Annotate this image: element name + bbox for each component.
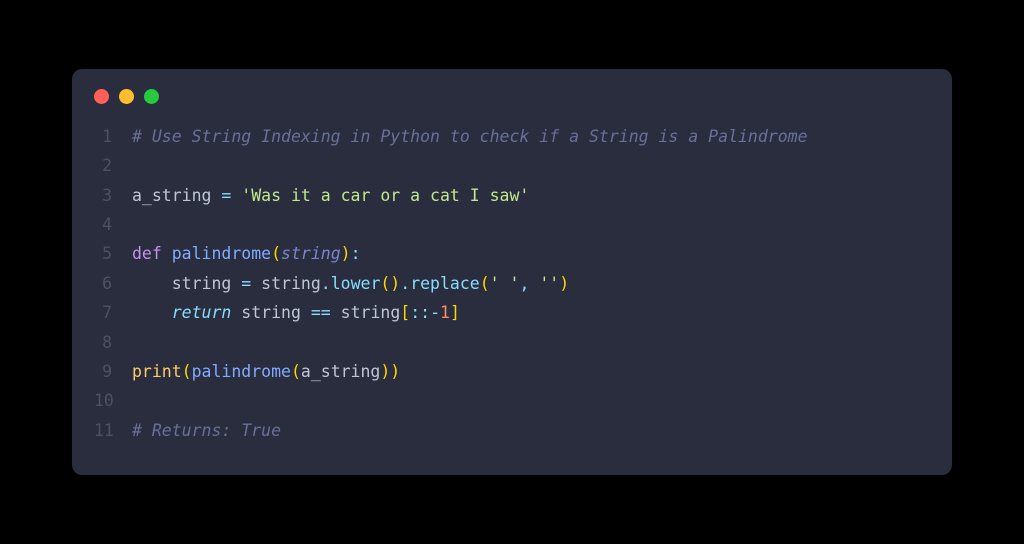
code-line: 5def palindrome(string): bbox=[94, 239, 930, 268]
code-line: 2 bbox=[94, 151, 930, 180]
code-content: string = string.lower().replace(' ', '') bbox=[132, 269, 930, 298]
token: - bbox=[430, 303, 440, 322]
token: def bbox=[132, 244, 172, 263]
maximize-icon[interactable] bbox=[144, 89, 159, 104]
token: lower bbox=[331, 274, 381, 293]
code-content: # Use String Indexing in Python to check… bbox=[132, 122, 930, 151]
code-line: 1# Use String Indexing in Python to chec… bbox=[94, 122, 930, 151]
token: string bbox=[331, 303, 401, 322]
token: , bbox=[519, 274, 529, 293]
token: palindrome bbox=[172, 244, 271, 263]
token: string bbox=[281, 244, 341, 263]
line-number: 10 bbox=[94, 386, 132, 415]
close-icon[interactable] bbox=[94, 89, 109, 104]
token: ( bbox=[291, 362, 301, 381]
code-line: 6 string = string.lower().replace(' ', '… bbox=[94, 269, 930, 298]
token: )) bbox=[380, 362, 400, 381]
code-content bbox=[132, 386, 930, 415]
code-line: 10 bbox=[94, 386, 930, 415]
line-number: 1 bbox=[94, 122, 132, 151]
code-line: 3a_string = 'Was it a car or a cat I saw… bbox=[94, 181, 930, 210]
line-number: 11 bbox=[94, 416, 132, 445]
code-window: 1# Use String Indexing in Python to chec… bbox=[72, 69, 952, 475]
line-number: 2 bbox=[94, 151, 132, 180]
minimize-icon[interactable] bbox=[119, 89, 134, 104]
code-content bbox=[132, 151, 930, 180]
token: == bbox=[311, 303, 331, 322]
token: string bbox=[231, 303, 310, 322]
token: string bbox=[132, 274, 241, 293]
token: a_string bbox=[132, 186, 221, 205]
token: print bbox=[132, 362, 182, 381]
token: :: bbox=[410, 303, 430, 322]
token: replace bbox=[410, 274, 480, 293]
token: = bbox=[221, 186, 231, 205]
token: # Use String Indexing in Python to check… bbox=[132, 127, 808, 146]
line-number: 5 bbox=[94, 239, 132, 268]
code-content bbox=[132, 328, 930, 357]
token: palindrome bbox=[192, 362, 291, 381]
token: '' bbox=[539, 274, 559, 293]
line-number: 8 bbox=[94, 328, 132, 357]
code-line: 11# Returns: True bbox=[94, 416, 930, 445]
window-titlebar bbox=[72, 69, 952, 116]
token: ) bbox=[341, 244, 351, 263]
token: ' ' bbox=[490, 274, 520, 293]
line-number: 7 bbox=[94, 298, 132, 327]
token bbox=[132, 303, 172, 322]
token: a_string bbox=[301, 362, 380, 381]
token bbox=[231, 186, 241, 205]
code-line: 8 bbox=[94, 328, 930, 357]
code-content: def palindrome(string): bbox=[132, 239, 930, 268]
token: ) bbox=[559, 274, 569, 293]
token: ( bbox=[271, 244, 281, 263]
token: . bbox=[400, 274, 410, 293]
token: ] bbox=[450, 303, 460, 322]
token: . bbox=[321, 274, 331, 293]
token: = bbox=[241, 274, 251, 293]
code-content: print(palindrome(a_string)) bbox=[132, 357, 930, 386]
code-content bbox=[132, 210, 930, 239]
code-line: 9print(palindrome(a_string)) bbox=[94, 357, 930, 386]
token: [ bbox=[400, 303, 410, 322]
token: () bbox=[380, 274, 400, 293]
line-number: 4 bbox=[94, 210, 132, 239]
token: ( bbox=[182, 362, 192, 381]
token: : bbox=[351, 244, 361, 263]
line-number: 9 bbox=[94, 357, 132, 386]
token: ( bbox=[480, 274, 490, 293]
code-line: 7 return string == string[::-1] bbox=[94, 298, 930, 327]
token: string bbox=[251, 274, 321, 293]
code-content: # Returns: True bbox=[132, 416, 930, 445]
line-number: 6 bbox=[94, 269, 132, 298]
token: # Returns: True bbox=[132, 421, 281, 440]
line-number: 3 bbox=[94, 181, 132, 210]
token bbox=[529, 274, 539, 293]
code-content: a_string = 'Was it a car or a cat I saw' bbox=[132, 181, 930, 210]
code-content: return string == string[::-1] bbox=[132, 298, 930, 327]
token: 'Was it a car or a cat I saw' bbox=[241, 186, 529, 205]
token: return bbox=[172, 303, 232, 322]
code-line: 4 bbox=[94, 210, 930, 239]
token: 1 bbox=[440, 303, 450, 322]
code-area: 1# Use String Indexing in Python to chec… bbox=[72, 116, 952, 445]
